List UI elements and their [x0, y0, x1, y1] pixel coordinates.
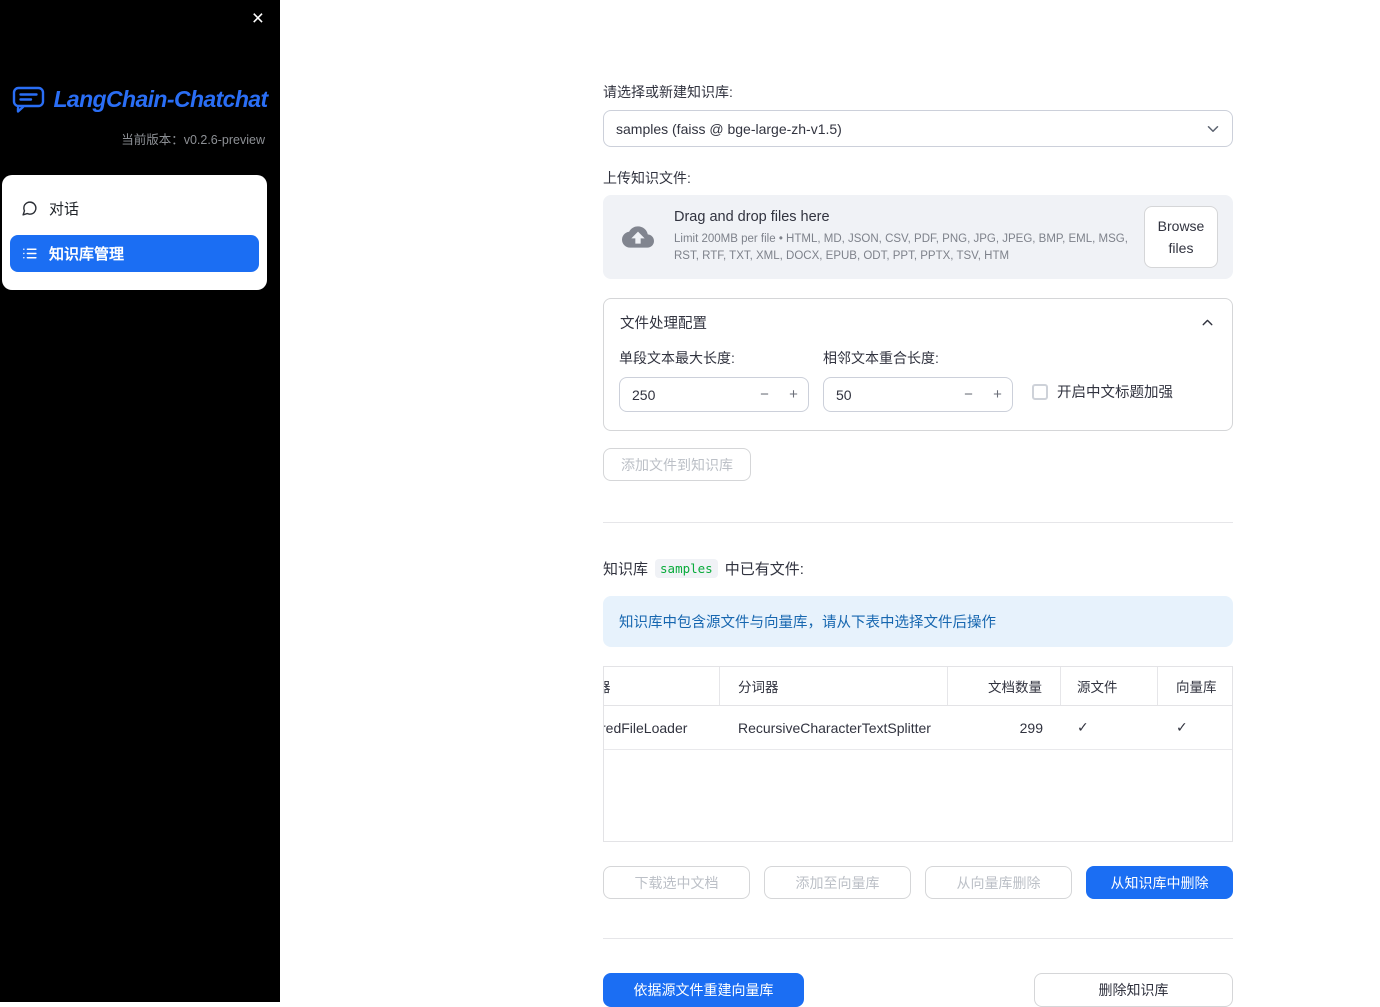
minus-stepper[interactable]: −	[750, 386, 779, 403]
minus-stepper[interactable]: −	[954, 386, 983, 403]
divider	[603, 938, 1233, 939]
add-files-to-kb-button[interactable]: 添加文件到知识库	[603, 448, 751, 481]
list-icon	[21, 245, 38, 262]
kb-select-value: samples (faiss @ bge-large-zh-v1.5)	[616, 120, 842, 137]
upload-label: 上传知识文件:	[603, 170, 691, 186]
main-content: 请选择或新建知识库: samples (faiss @ bge-large-zh…	[603, 0, 1233, 1007]
col-header-source-file[interactable]: 源文件	[1061, 667, 1158, 705]
col-header-loader[interactable]: 器	[604, 667, 720, 705]
col-header-splitter[interactable]: 分词器	[720, 667, 948, 705]
sidebar: × LangChain-Chatchat 当前版本：v0.2.6-preview…	[0, 0, 280, 1002]
download-selected-button[interactable]: 下载选中文档	[603, 866, 750, 899]
divider	[603, 522, 1233, 523]
zh-title-enhance-group: 开启中文标题加强	[1032, 381, 1173, 402]
info-banner: 知识库中包含源文件与向量库，请从下表中选择文件后操作	[603, 596, 1233, 647]
table-row[interactable]: redFileLoader RecursiveCharacterTextSpli…	[604, 706, 1232, 750]
chat-bubble-icon	[21, 200, 38, 217]
file-action-buttons: 下载选中文档 添加至向量库 从向量库删除 从知识库中删除	[603, 866, 1233, 899]
app-logo: LangChain-Chatchat	[0, 86, 280, 113]
zh-title-enhance-label: 开启中文标题加强	[1057, 385, 1173, 401]
kb-select[interactable]: samples (faiss @ bge-large-zh-v1.5)	[603, 110, 1233, 147]
col-header-vector-store[interactable]: 向量库	[1158, 667, 1232, 705]
file-dropzone[interactable]: Drag and drop files here Limit 200MB per…	[603, 195, 1233, 279]
existing-suffix: 中已有文件:	[724, 561, 804, 578]
files-table: 器 分词器 文档数量 源文件 向量库 redFileLoader Recursi…	[603, 666, 1233, 842]
cell-source-file-check[interactable]: ✓	[1061, 706, 1158, 749]
col-header-doc-count[interactable]: 文档数量	[948, 667, 1061, 705]
file-config-expander: 文件处理配置 单段文本最大长度: 250 − + 相邻文本重合长度: 50 − …	[603, 298, 1233, 431]
max-length-label: 单段文本最大长度:	[619, 350, 735, 366]
expander-title: 文件处理配置	[620, 316, 707, 332]
kb-select-label: 请选择或新建知识库:	[603, 84, 733, 100]
zh-title-enhance-checkbox[interactable]	[1032, 383, 1048, 400]
kb-name-code: samples	[655, 559, 718, 578]
version-text: 当前版本：v0.2.6-preview	[121, 133, 265, 147]
dropzone-title: Drag and drop files here	[674, 208, 830, 225]
cloud-upload-icon	[618, 221, 658, 253]
overlap-length-label: 相邻文本重合长度:	[823, 350, 939, 366]
sidebar-item-knowledge-base[interactable]: 知识库管理	[10, 235, 259, 272]
logo-title: LangChain-Chatchat	[53, 86, 268, 112]
cell-loader[interactable]: redFileLoader	[604, 706, 720, 749]
sidebar-item-label: 对话	[49, 201, 80, 218]
cell-doc-count[interactable]: 299	[948, 706, 1061, 749]
overlap-length-input[interactable]: 50 − +	[823, 377, 1013, 412]
cell-vector-store-check[interactable]: ✓	[1158, 706, 1232, 749]
logo-icon	[12, 86, 45, 113]
chevron-down-icon	[1204, 120, 1222, 138]
max-length-input[interactable]: 250 − +	[619, 377, 809, 412]
dropzone-limit-text: Limit 200MB per file • HTML, MD, JSON, C…	[674, 232, 1128, 262]
close-icon[interactable]: ×	[248, 4, 268, 33]
dropzone-text: Drag and drop files here Limit 200MB per…	[674, 209, 1128, 266]
delete-from-kb-button[interactable]: 从知识库中删除	[1086, 866, 1233, 899]
existing-prefix: 知识库	[603, 561, 649, 578]
plus-stepper[interactable]: +	[983, 386, 1012, 403]
delete-from-vector-store-button[interactable]: 从向量库删除	[925, 866, 1072, 899]
add-to-vector-store-button[interactable]: 添加至向量库	[764, 866, 911, 899]
table-empty-area	[604, 750, 1232, 841]
browse-files-button[interactable]: Browse files	[1144, 205, 1218, 269]
sidebar-item-dialogue[interactable]: 对话	[10, 190, 259, 227]
existing-files-heading: 知识库 samples 中已有文件:	[603, 558, 1233, 579]
cell-splitter[interactable]: RecursiveCharacterTextSplitter	[720, 706, 948, 749]
expander-header[interactable]: 文件处理配置	[604, 299, 1232, 341]
max-length-value[interactable]: 250	[632, 387, 750, 403]
sidebar-menu: 对话 知识库管理	[2, 175, 267, 290]
expander-body: 单段文本最大长度: 250 − + 相邻文本重合长度: 50 − + 开启中文标…	[604, 341, 1232, 430]
table-header-row: 器 分词器 文档数量 源文件 向量库	[604, 667, 1232, 706]
sidebar-item-label: 知识库管理	[49, 246, 125, 263]
chevron-up-icon	[1199, 314, 1216, 331]
overlap-length-value[interactable]: 50	[836, 387, 954, 403]
plus-stepper[interactable]: +	[779, 386, 808, 403]
max-length-group: 单段文本最大长度: 250 − +	[619, 348, 809, 412]
overlap-length-group: 相邻文本重合长度: 50 − +	[823, 348, 1013, 412]
